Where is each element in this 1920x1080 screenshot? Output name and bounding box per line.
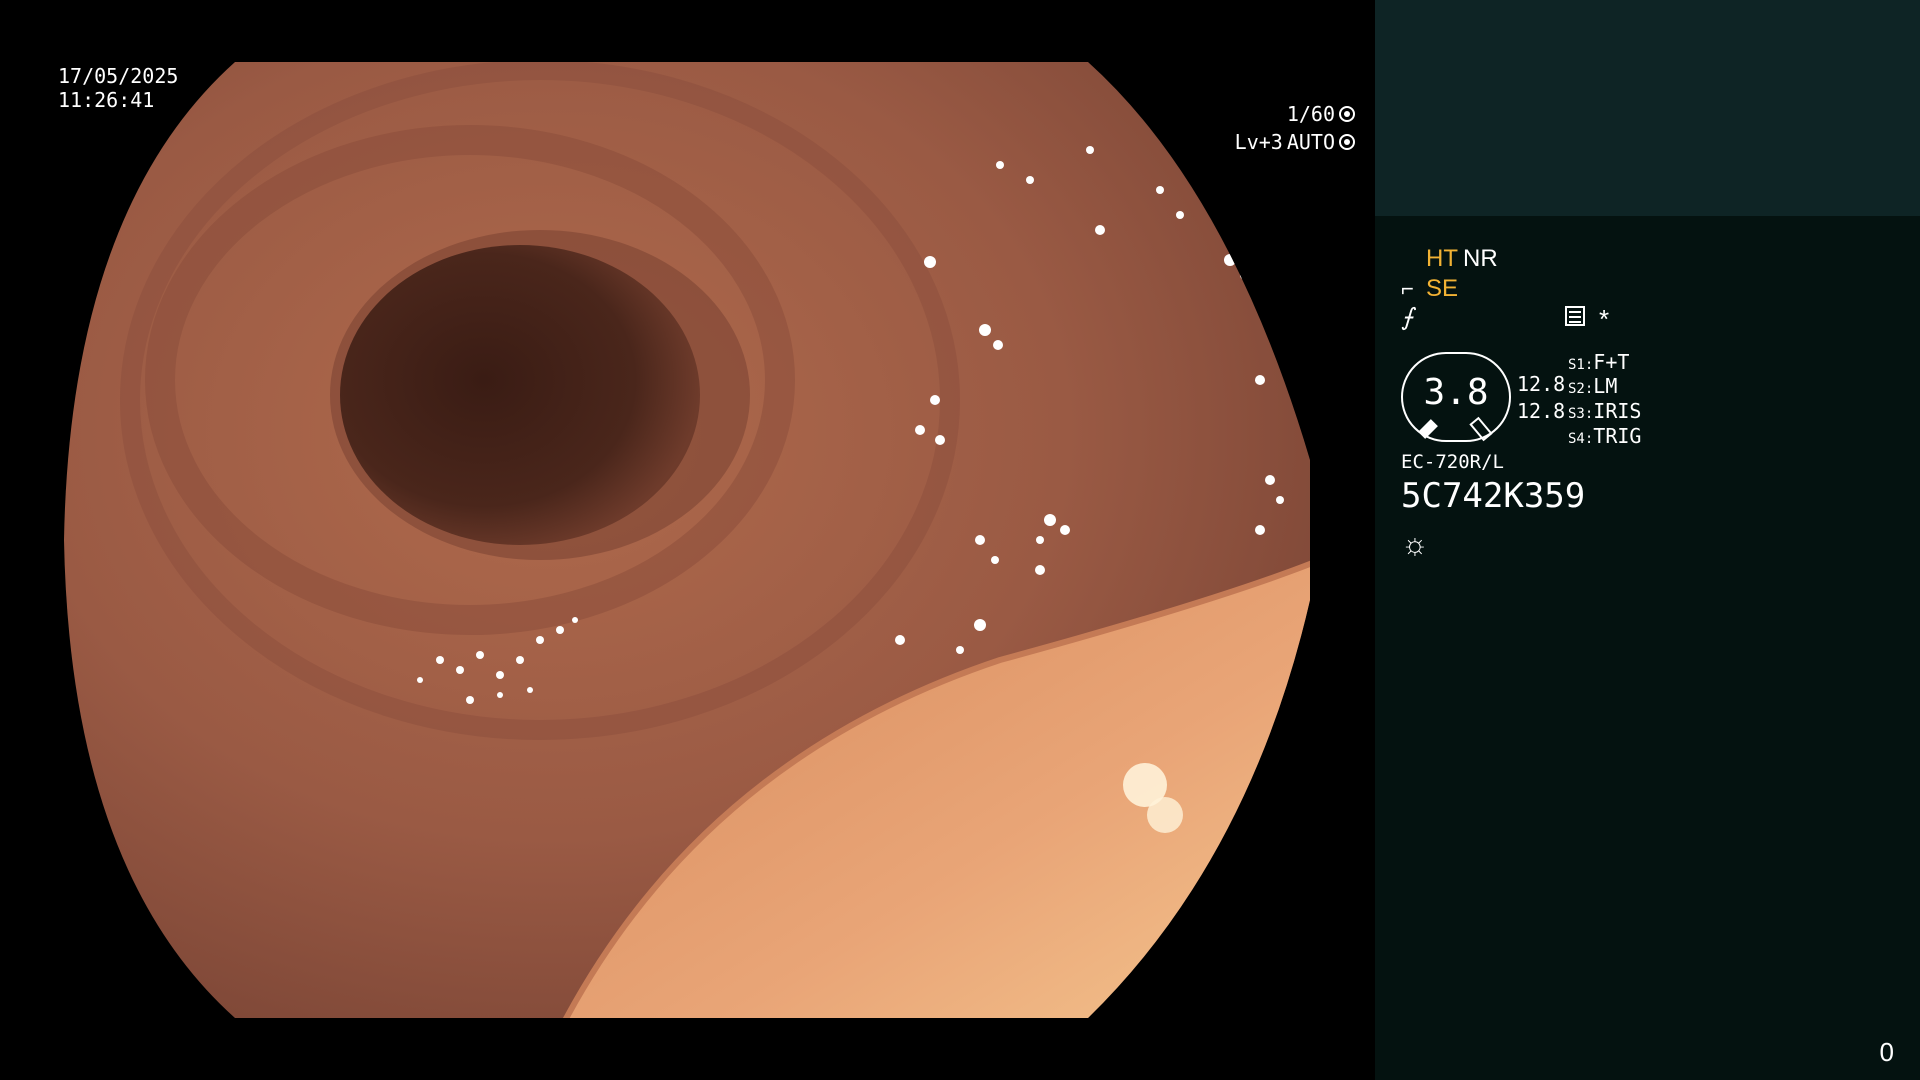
image-counter: 0: [1879, 1037, 1894, 1067]
switch-s1: S1:F+T: [1568, 350, 1630, 374]
switch-value: IRIS: [1593, 399, 1642, 423]
switch-key: S3: [1568, 406, 1585, 422]
nr-indicator: NR: [1463, 245, 1498, 272]
switch-s2: S2:LM: [1568, 374, 1618, 398]
exposure-readout: 1/60 Lv+3 AUTO: [1235, 100, 1355, 156]
light-icon: ☼: [1401, 528, 1429, 561]
scope-model: EC-720R/L: [1401, 451, 1504, 473]
date-text: 17/05/2025: [58, 64, 179, 88]
datetime-readout: 17/05/2025 11:26:41: [58, 64, 178, 112]
scope-serial: 5C742K359: [1401, 476, 1586, 516]
endoscope-view: 17/05/2025 11:26:41 1/60 Lv+3 AUTO: [0, 0, 1375, 1080]
zoom-value: 3.8: [1423, 372, 1489, 413]
zoom-dial: 3.8: [1401, 352, 1511, 442]
star-indicator: *: [1599, 304, 1610, 334]
switch-value: TRIG: [1593, 424, 1642, 448]
switch-value: LM: [1593, 374, 1618, 398]
value-readout-2: 12.8: [1517, 399, 1566, 423]
ht-indicator: HT: [1426, 245, 1458, 272]
value-readout-1: 12.8: [1517, 372, 1566, 396]
panel-header-area: [1375, 0, 1920, 216]
dial-right-marker: [1469, 416, 1493, 442]
shutter-icon: [1339, 106, 1355, 122]
switch-s4: S4:TRIG: [1568, 424, 1642, 448]
switch-key: S2: [1568, 381, 1585, 397]
info-panel: HT NR ⌐ SE ⨍ * 3.8 12.8 12.8 S1:F+T S2:L…: [1375, 0, 1920, 1080]
freeze-icon: ⨍: [1401, 304, 1414, 331]
switch-s3: S3:IRIS: [1568, 399, 1642, 423]
switch-key: S1: [1568, 357, 1585, 373]
dial-left-marker: [1418, 419, 1438, 439]
shutter-speed: 1/60: [1286, 102, 1335, 126]
structure-enhance-icon: ⌐: [1401, 276, 1414, 301]
se-indicator: SE: [1426, 275, 1459, 302]
switch-key: S4: [1568, 431, 1585, 447]
iris-mode: AUTO: [1286, 130, 1335, 154]
time-text: 11:26:41: [58, 88, 155, 112]
endoscope-image: [64, 62, 1310, 1018]
menu-icon: [1565, 306, 1585, 326]
switch-value: F+T: [1593, 350, 1630, 374]
iris-icon: [1339, 134, 1355, 150]
brightness-level: Lv+3: [1234, 130, 1283, 154]
